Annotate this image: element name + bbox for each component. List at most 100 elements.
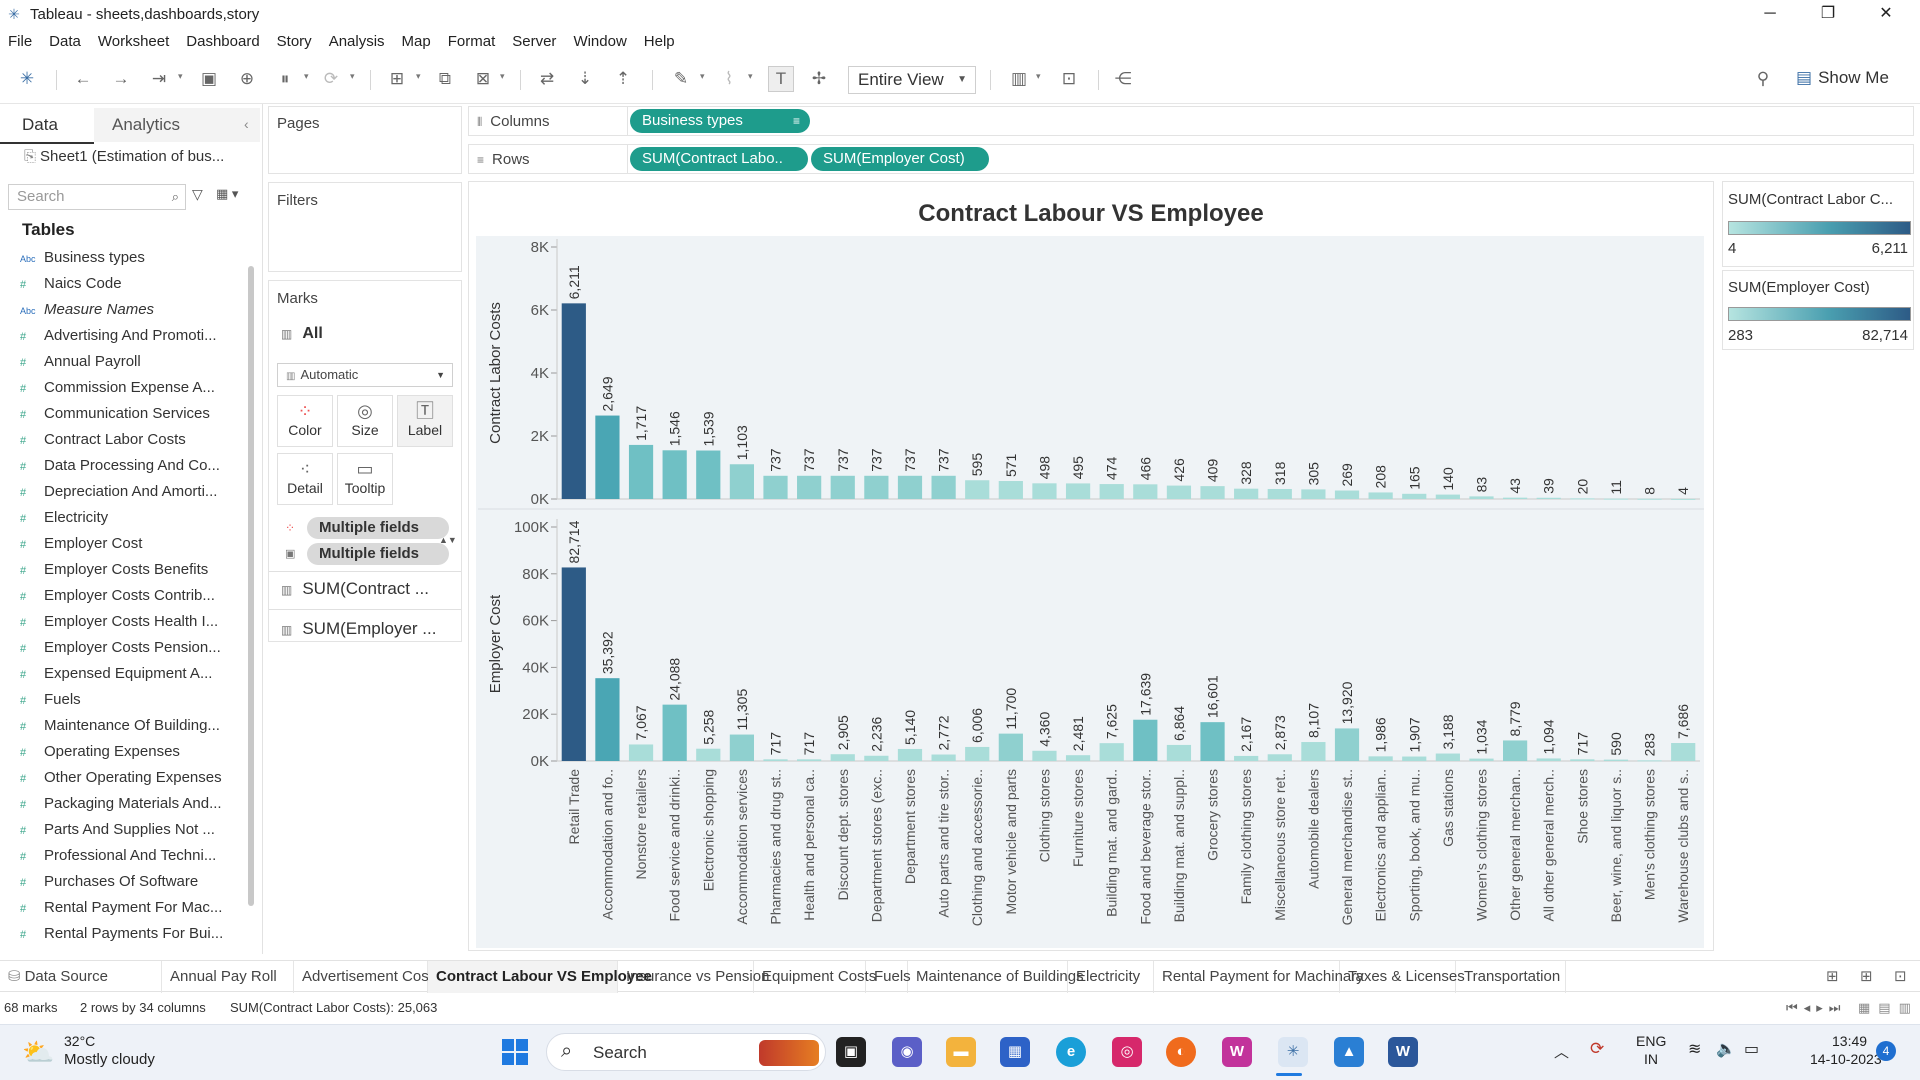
- tooltip-button[interactable]: ▭ Tooltip: [337, 453, 393, 505]
- refresh-dropdown-icon[interactable]: ▾: [350, 71, 355, 82]
- search-input[interactable]: Search ⌕: [8, 184, 186, 210]
- language-code[interactable]: ENG: [1636, 1033, 1666, 1049]
- field-list-scrollbar[interactable]: [248, 266, 254, 906]
- field-item[interactable]: # Maintenance Of Building...: [20, 714, 238, 738]
- employer-cost-legend[interactable]: SUM(Employer Cost) 283 82,714: [1722, 270, 1914, 350]
- datasource-item[interactable]: ⎘ Sheet1 (Estimation of bus...: [24, 148, 224, 165]
- firefox-icon[interactable]: ◐: [1166, 1037, 1196, 1067]
- sort-descending-icon[interactable]: ⇡: [612, 68, 634, 90]
- group-members-icon[interactable]: ⌇: [718, 68, 740, 90]
- show-mark-labels-icon[interactable]: T: [768, 66, 794, 92]
- sheet-tab[interactable]: Taxes & Licenses: [1340, 961, 1465, 993]
- wps-icon[interactable]: W: [1222, 1037, 1252, 1067]
- sheet-tab[interactable]: Advertisement Costs: [294, 961, 440, 993]
- field-item[interactable]: # Expensed Equipment A...: [20, 662, 238, 686]
- volume-icon[interactable]: 🔈: [1716, 1039, 1736, 1059]
- photos-icon[interactable]: ▲: [1334, 1037, 1364, 1067]
- field-item[interactable]: # Purchases Of Software: [20, 870, 238, 894]
- field-item[interactable]: # Advertising And Promoti...: [20, 324, 238, 348]
- sort-ascending-icon[interactable]: ⇣: [574, 68, 596, 90]
- menu-help[interactable]: Help: [644, 33, 675, 50]
- undo-icon[interactable]: ←: [72, 68, 94, 90]
- highlight-dropdown-icon[interactable]: ▾: [700, 71, 705, 82]
- sheet-tab[interactable]: Equipment Costs: [754, 961, 876, 993]
- columns-shelf[interactable]: ⦀ Columns Business types ≡: [468, 106, 1914, 136]
- group-dropdown-icon[interactable]: ▾: [748, 71, 753, 82]
- marks-tab-employer[interactable]: ▥ SUM(Employer ...: [281, 619, 436, 639]
- menu-dashboard[interactable]: Dashboard: [186, 33, 259, 50]
- contract-labor-pill[interactable]: SUM(Contract Labo..: [630, 147, 808, 171]
- field-item[interactable]: # Parts And Supplies Not ...: [20, 818, 238, 842]
- field-item[interactable]: # Annual Payroll: [20, 350, 238, 374]
- menu-file[interactable]: File: [8, 33, 32, 50]
- field-item[interactable]: # Fuels: [20, 688, 238, 712]
- collapse-pane-icon[interactable]: ‹: [244, 116, 249, 132]
- menu-format[interactable]: Format: [448, 33, 496, 50]
- pill-scroll-icon[interactable]: ▲▼: [439, 535, 457, 545]
- new-dashboard-tab-icon[interactable]: ⊞: [1860, 967, 1873, 985]
- label-button[interactable]: 🅃 Label: [397, 395, 453, 447]
- wifi-icon[interactable]: ≋: [1688, 1039, 1701, 1059]
- field-item[interactable]: # Rental Payments For Bui...: [20, 922, 238, 946]
- language-region[interactable]: IN: [1644, 1051, 1658, 1067]
- file-explorer-icon[interactable]: ▬: [946, 1037, 976, 1067]
- field-item[interactable]: # Employer Costs Benefits: [20, 558, 238, 582]
- menu-server[interactable]: Server: [512, 33, 556, 50]
- fit-dropdown[interactable]: Entire View ▼: [848, 66, 976, 94]
- share-icon[interactable]: ⋲: [1112, 68, 1134, 90]
- save-icon[interactable]: ▣: [198, 68, 220, 90]
- windows-start-icon[interactable]: [502, 1039, 528, 1065]
- sheet-tab[interactable]: Annual Pay Roll: [162, 961, 294, 993]
- chevron-up-icon[interactable]: ︿: [1554, 1041, 1569, 1062]
- replay-icon[interactable]: ⇥: [148, 68, 170, 90]
- employer-cost-pill[interactable]: SUM(Employer Cost): [811, 147, 989, 171]
- field-item[interactable]: Abc Business types: [20, 246, 238, 270]
- task-view-icon[interactable]: ▣: [836, 1037, 866, 1067]
- tab-navigation-icons[interactable]: ⏮◂▸⏭: [1786, 994, 1846, 1022]
- minimize-button[interactable]: ─: [1742, 0, 1798, 28]
- field-item[interactable]: Abc Measure Names: [20, 298, 238, 322]
- data-source-tab[interactable]: ⛁ Data Source: [0, 961, 162, 993]
- instagram-icon[interactable]: ◎: [1112, 1037, 1142, 1067]
- menu-data[interactable]: Data: [49, 33, 81, 50]
- field-item[interactable]: # Rental Payment For Mac...: [20, 896, 238, 920]
- pages-card[interactable]: Pages: [268, 106, 462, 174]
- field-item[interactable]: # Communication Services: [20, 402, 238, 426]
- new-worksheet-icon[interactable]: ⊞: [386, 68, 408, 90]
- rows-shelf[interactable]: ≡ Rows SUM(Contract Labo.. SUM(Employer C…: [468, 144, 1914, 174]
- clear-dropdown-icon[interactable]: ▾: [500, 71, 505, 82]
- weather-icon[interactable]: ⛅: [22, 1037, 54, 1068]
- field-item[interactable]: # Operating Expenses: [20, 740, 238, 764]
- contract-labor-legend[interactable]: SUM(Contract Labor C... 4 6,211: [1722, 181, 1914, 267]
- taskbar-search[interactable]: ⌕ Search: [546, 1033, 826, 1071]
- multiple-fields-label-pill[interactable]: Multiple fields: [307, 543, 449, 565]
- close-button[interactable]: ✕: [1858, 0, 1914, 28]
- clear-sheet-icon[interactable]: ⊠: [472, 68, 494, 90]
- field-item[interactable]: # Depreciation And Amorti...: [20, 480, 238, 504]
- teams-icon[interactable]: ◉: [892, 1037, 922, 1067]
- detail-button[interactable]: ⁖ Detail: [277, 453, 333, 505]
- word-icon[interactable]: W: [1388, 1037, 1418, 1067]
- filter-icon[interactable]: ▽: [192, 186, 203, 203]
- menu-analysis[interactable]: Analysis: [329, 33, 385, 50]
- edge-icon[interactable]: e: [1056, 1037, 1086, 1067]
- field-item[interactable]: # Other Operating Expenses: [20, 766, 238, 790]
- mark-type-dropdown[interactable]: ▥ Automatic ▼: [277, 363, 453, 387]
- fix-axes-icon[interactable]: ✢: [808, 68, 830, 90]
- sheet-tab[interactable]: Electricity: [1068, 961, 1154, 993]
- notification-badge[interactable]: 4: [1876, 1041, 1896, 1061]
- redo-icon[interactable]: →: [110, 68, 132, 90]
- sheet-tab[interactable]: Contract Labour VS Employee: [428, 961, 652, 993]
- sheet-tab[interactable]: Maintenance of Buildings: [908, 961, 1084, 993]
- battery-icon[interactable]: ▭: [1744, 1039, 1759, 1059]
- view-mode-icons[interactable]: ▦▤▥: [1858, 994, 1919, 1022]
- field-item[interactable]: # Employer Costs Contrib...: [20, 584, 238, 608]
- bar-chart[interactable]: Contract Labour VS Employee Contract Labo…: [468, 181, 1714, 951]
- size-button[interactable]: ◎ Size: [337, 395, 393, 447]
- sheet-tab[interactable]: Rental Payment for Machinary: [1154, 961, 1364, 993]
- marks-all-tab[interactable]: ▥ All: [281, 325, 323, 343]
- new-worksheet-tab-icon[interactable]: ⊞: [1826, 967, 1839, 985]
- clock-time[interactable]: 13:49: [1832, 1033, 1867, 1049]
- multiple-fields-color-pill[interactable]: Multiple fields: [307, 517, 449, 539]
- new-sheet-dropdown-icon[interactable]: ▾: [416, 71, 421, 82]
